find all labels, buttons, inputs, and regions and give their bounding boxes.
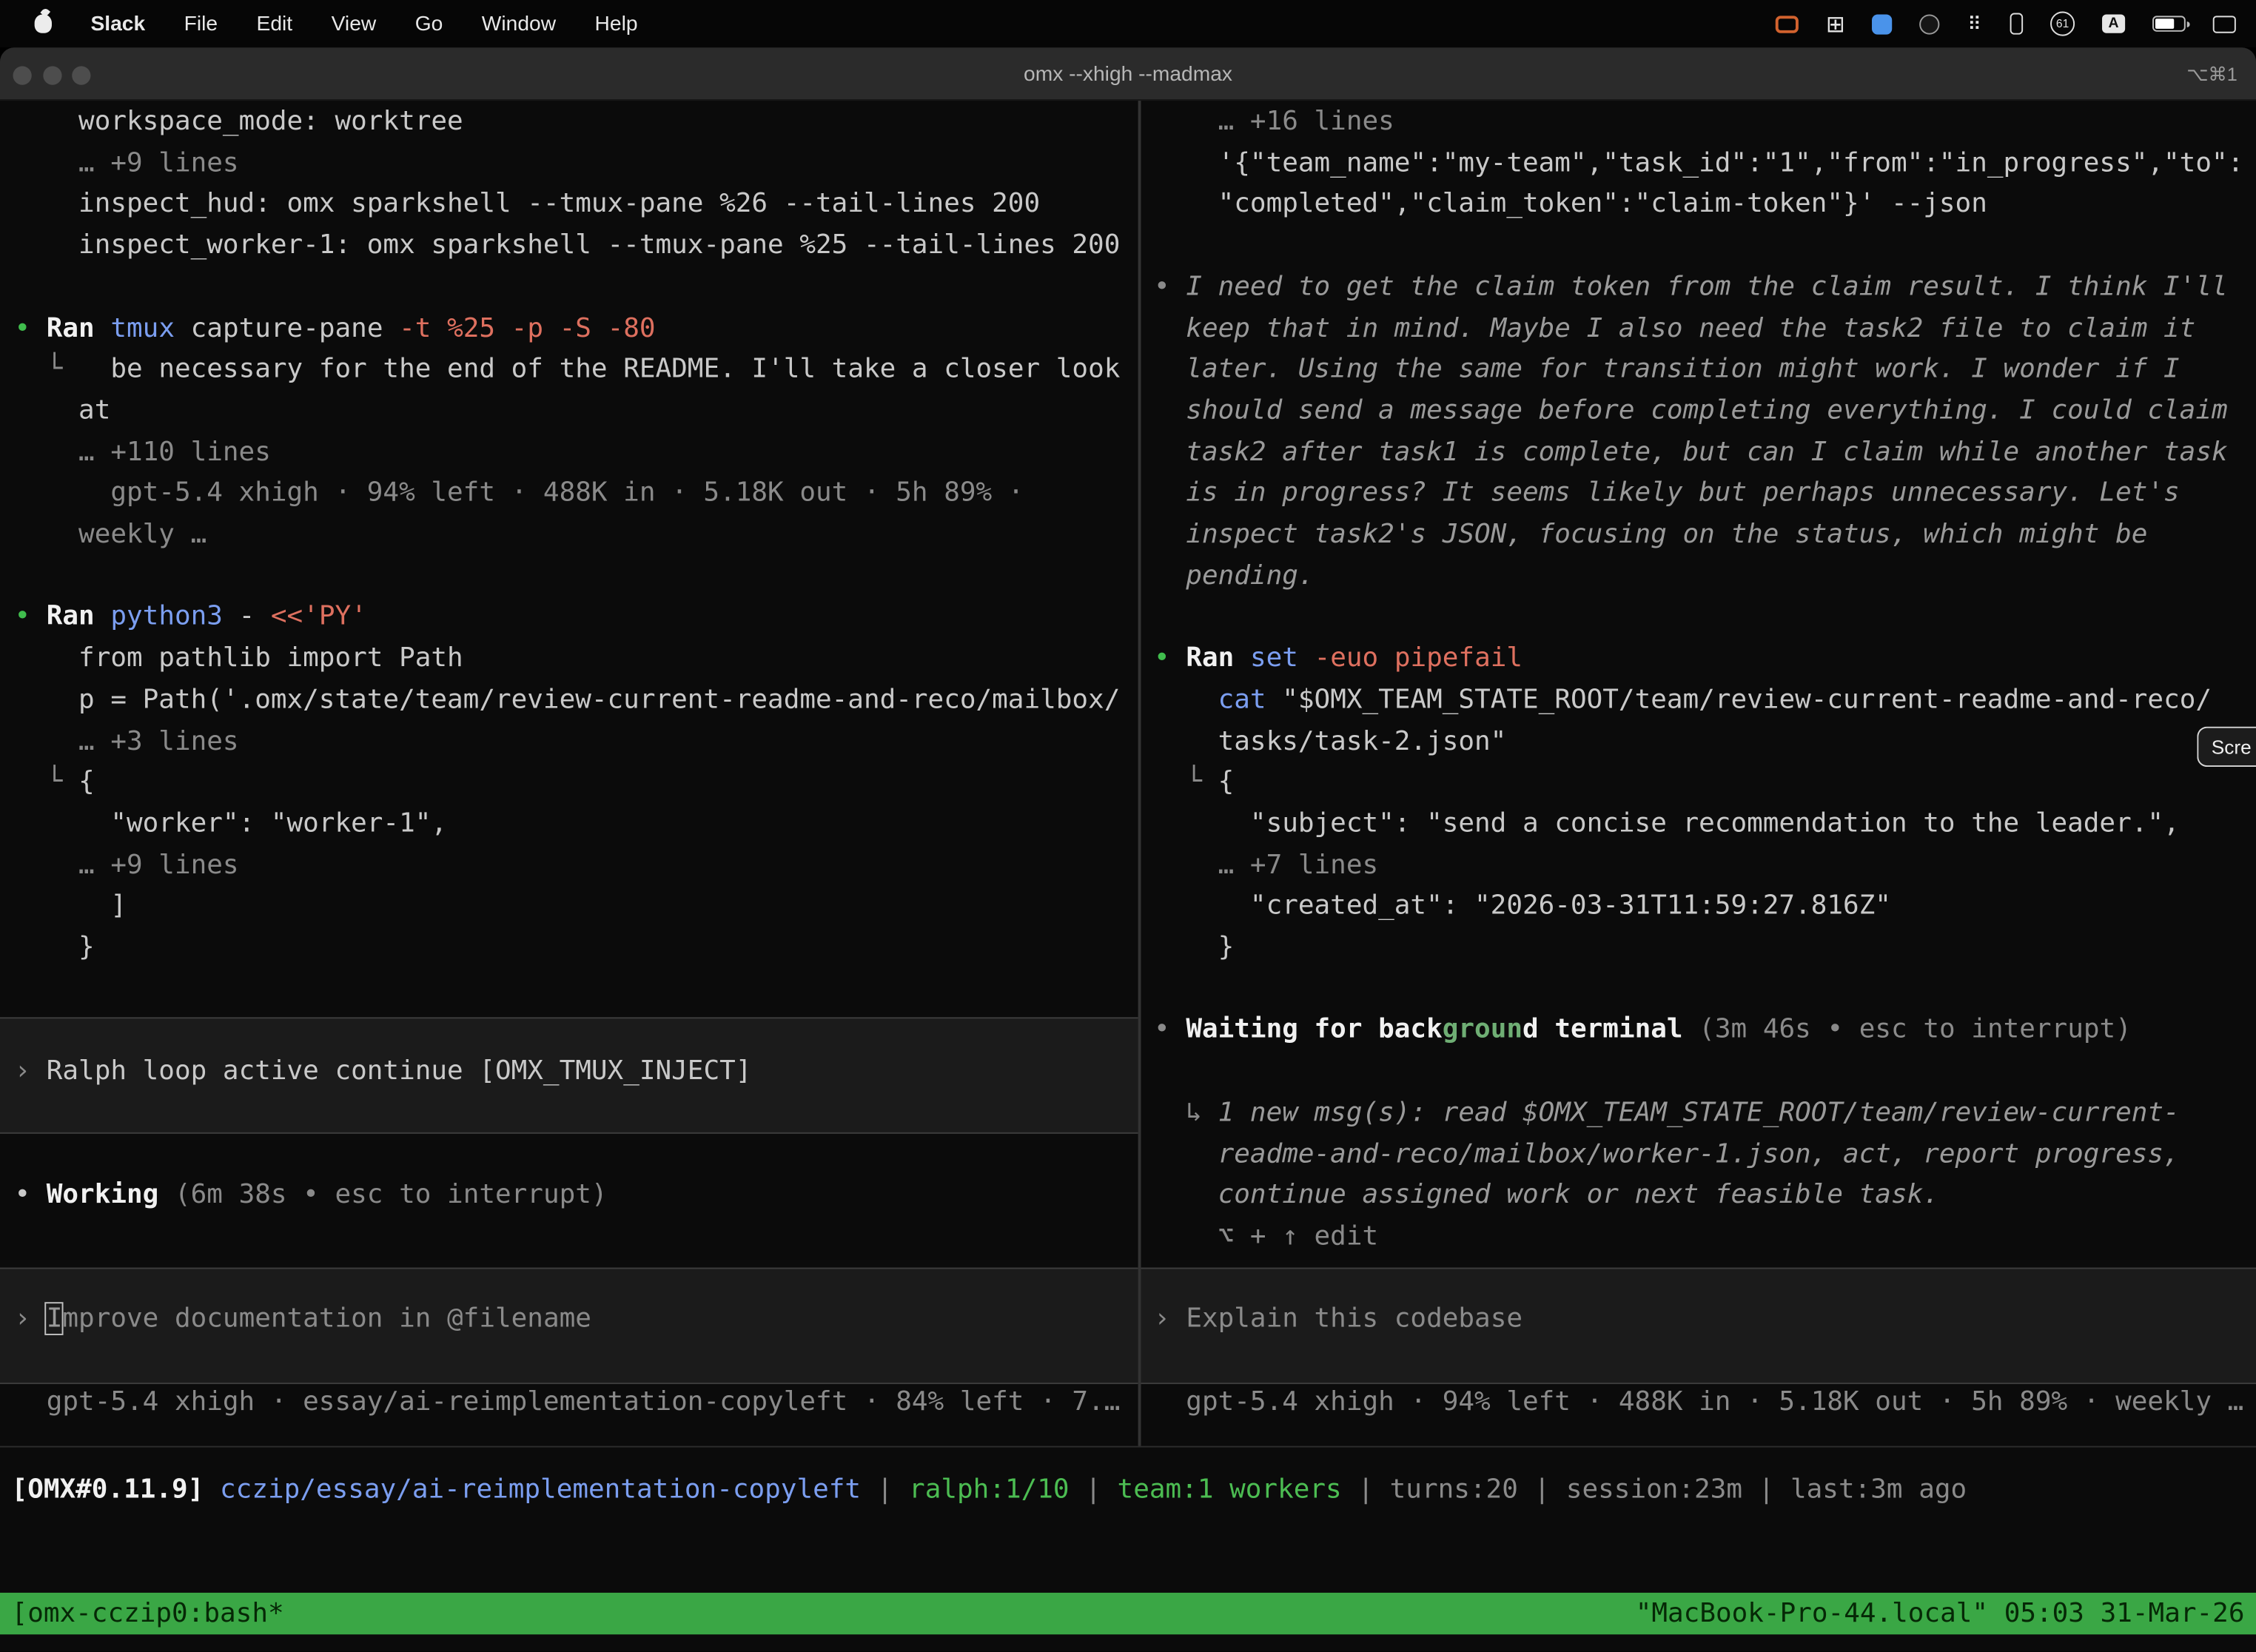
screen-recording-icon[interactable] (1776, 15, 1799, 32)
app-menu-slack[interactable]: Slack (90, 13, 145, 36)
terminal-line: › Ralph loop active continue [OMX_TMUX_I… (14, 1052, 751, 1093)
menu-item-edit[interactable]: Edit (257, 13, 293, 36)
raycast-icon[interactable] (1873, 13, 1893, 33)
terminal-line: gpt-5.4 xhigh · 94% left · 488K in · 5.1… (14, 474, 1024, 515)
terminal-line: ⌥ + ↑ edit (1154, 1217, 1378, 1258)
keyboard-layout-icon[interactable]: A (2102, 14, 2125, 33)
terminal-line: at (14, 392, 110, 433)
terminal-line: • I need to get the claim token from the… (1154, 267, 2228, 309)
terminal-line: pending. (1154, 557, 1315, 598)
menu-item-window[interactable]: Window (482, 13, 556, 36)
terminal-line: } (14, 928, 94, 970)
terminal-line: └ { (14, 763, 94, 805)
terminal-line: workspace_mode: worktree (14, 102, 463, 144)
terminal-line: • Working (6m 38s • esc to interrupt) (14, 1176, 607, 1218)
app-circle-icon[interactable] (1920, 13, 1940, 33)
terminal-line: readme-and-reco/mailbox/worker-1.json, a… (1154, 1135, 2180, 1176)
terminal-line: "worker": "worker-1", (14, 804, 447, 845)
terminal-line: inspect_hud: omx sparkshell --tmux-pane … (14, 185, 1040, 226)
battery-percent-icon[interactable]: 61 (2050, 12, 2075, 36)
terminal-line: '{"team_name":"my-team","task_id":"1","f… (1154, 144, 2243, 185)
terminal-line: › Improve documentation in @filename (14, 1300, 591, 1341)
omx-status-line: [OMX#0.11.9] cczip/essay/ai-reimplementa… (12, 1471, 2256, 1512)
tmux-host-clock: "MacBook-Pro-44.local" 05:03 31-Mar-26 (1636, 1599, 2245, 1629)
tooltip-text: Scre (2212, 736, 2252, 757)
terminal-line: … +110 lines (14, 432, 270, 474)
terminal-line: • Waiting for background terminal (3m 46… (1154, 1010, 2132, 1052)
terminal-line: "completed","claim_token":"claim-token"}… (1154, 185, 1987, 226)
terminal-line: task2 after task1 is complete, but can I… (1154, 432, 2228, 474)
apple-menu-icon[interactable] (35, 14, 52, 33)
terminal-content: workspace_mode: worktree … +9 lines insp… (0, 101, 2256, 1652)
terminal-line: "subject": "send a concise recommendatio… (1154, 804, 2180, 845)
terminal-line: inspect task2's JSON, focusing on the st… (1154, 515, 2147, 557)
terminal-line: weekly … (14, 515, 207, 557)
screenshot-tooltip[interactable]: Scre (2197, 727, 2256, 767)
window-title: omx --xhigh --madmax (0, 47, 2256, 101)
desktop: Slack File Edit View Go Window Help ⊞ ⠿ 61 A omx… (0, 0, 2256, 1652)
left-pane[interactable]: workspace_mode: worktree … +9 lines insp… (0, 101, 1138, 1446)
app-grid-icon[interactable]: ⠿ (1967, 13, 1982, 36)
tmux-status-bar: [omx-cczip0:bash* "MacBook-Pro-44.local"… (0, 1593, 2256, 1634)
terminal-line: … +3 lines (14, 722, 238, 763)
terminal-line: • Ran tmux capture-pane -t %25 -p -S -80 (14, 309, 655, 350)
terminal-line: … +9 lines (14, 144, 238, 185)
terminal-line: from pathlib import Path (14, 639, 463, 680)
menu-item-view[interactable]: View (332, 13, 377, 36)
terminal-line: should send a message before completing … (1154, 392, 2228, 433)
terminal-line: gpt-5.4 xhigh · 94% left · 488K in · 5.1… (1154, 1382, 2243, 1423)
terminal-line: … +16 lines (1154, 102, 1394, 144)
terminal-line: cat "$OMX_TEAM_STATE_ROOT/team/review-cu… (1154, 680, 2212, 722)
terminal-line: ] (14, 887, 127, 928)
terminal-line: └ { (1154, 763, 1234, 805)
terminal-line: keep that in mind. Maybe I also need the… (1154, 309, 2195, 350)
terminal-line: later. Using the same for transition mig… (1154, 350, 2180, 392)
menu-item-help[interactable]: Help (595, 13, 638, 36)
terminal-line: … +7 lines (1154, 845, 1378, 887)
terminal-line: gpt-5.4 xhigh · essay/ai-reimplementatio… (14, 1382, 1120, 1423)
window-shortcut-hint: ⌥⌘1 (2186, 47, 2237, 101)
terminal-line: • Ran set -euo pipefail (1154, 639, 1523, 680)
terminal-line: } (1154, 928, 1234, 970)
menu-bar: Slack File Edit View Go Window Help ⊞ ⠿ 61 A (0, 0, 2256, 47)
terminal-line: … +9 lines (14, 845, 238, 887)
terminal-line: › Explain this codebase (1154, 1300, 1523, 1341)
terminal-line: is in progress? It seems likely but perh… (1154, 474, 2180, 515)
terminal-line: ↳ 1 new msg(s): read $OMX_TEAM_STATE_ROO… (1154, 1093, 2180, 1135)
terminal-line: └ be necessary for the end of the README… (14, 350, 1120, 392)
terminal-line: • Ran python3 - <<'PY' (14, 597, 366, 639)
display-icon[interactable] (2213, 15, 2236, 32)
terminal-line: inspect_worker-1: omx sparkshell --tmux-… (14, 226, 1120, 267)
right-pane[interactable]: … +16 lines '{"team_name":"my-team","tas… (1141, 101, 2256, 1446)
terminal-line: p = Path('.omx/state/team/review-current… (14, 680, 1120, 722)
menu-bar-left: Slack File Edit View Go Window Help (0, 13, 638, 36)
device-icon[interactable] (2010, 13, 2023, 34)
title-bar[interactable]: omx --xhigh --madmax ⌥⌘1 (0, 47, 2256, 101)
battery-icon[interactable] (2152, 16, 2186, 31)
terminal-window: omx --xhigh --madmax ⌥⌘1 workspace_mode:… (0, 47, 2256, 1651)
terminal-line: tasks/task-2.json" (1154, 722, 1506, 763)
menu-item-file[interactable]: File (184, 13, 218, 36)
status-icons: ⊞ ⠿ 61 A (1776, 10, 2256, 38)
pane-bottom-separator (0, 1446, 2256, 1448)
terminal-line: "created_at": "2026-03-31T11:59:27.816Z" (1154, 887, 1891, 928)
menu-item-go[interactable]: Go (415, 13, 443, 36)
terminal-line: continue assigned work or next feasible … (1154, 1176, 1939, 1218)
window-tiles-icon[interactable]: ⊞ (1826, 10, 1845, 38)
tmux-session-label: [omx-cczip0:bash* (12, 1599, 284, 1629)
